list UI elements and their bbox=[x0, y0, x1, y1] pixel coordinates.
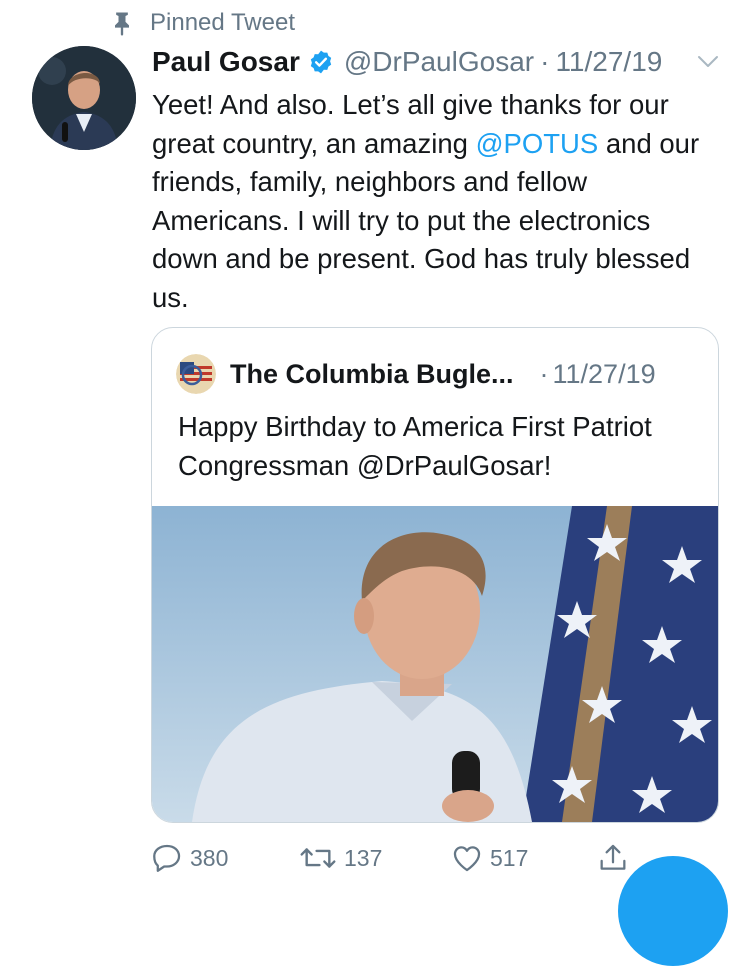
quoted-tweet-date[interactable]: 11/27/19 bbox=[553, 359, 656, 390]
columbia-bugle-logo bbox=[176, 354, 216, 394]
quoted-author-name[interactable]: The Columbia Bugle... bbox=[230, 359, 514, 390]
share-icon bbox=[600, 844, 626, 870]
quoted-tweet-header: The Columbia Bugle... · 11/27/19 bbox=[176, 350, 694, 398]
author-handle[interactable]: @DrPaulGosar bbox=[344, 46, 534, 78]
tweet-actions: 380 137 517 bbox=[150, 836, 670, 880]
quoted-tweet[interactable]: The Columbia Bugle... · 11/27/19 Happy B… bbox=[151, 327, 719, 823]
compose-tweet-button[interactable] bbox=[618, 856, 728, 966]
tweet-date[interactable]: 11/27/19 bbox=[555, 46, 662, 78]
reply-count: 380 bbox=[190, 844, 229, 871]
mention-link[interactable]: @POTUS bbox=[476, 128, 599, 159]
like-count: 517 bbox=[490, 844, 529, 871]
author-name[interactable]: Paul Gosar bbox=[152, 46, 300, 78]
like-action[interactable]: 517 bbox=[450, 836, 528, 880]
author-avatar[interactable] bbox=[32, 46, 136, 150]
reply-icon bbox=[153, 844, 181, 872]
tweet-header: Paul Gosar @DrPaulGosar · 11/27/19 bbox=[152, 40, 720, 84]
chevron-down-icon[interactable] bbox=[696, 52, 720, 70]
tweet-text: Yeet! And also. Let’s all give thanks fo… bbox=[152, 86, 712, 317]
like-icon bbox=[453, 846, 481, 872]
quoted-tweet-text: Happy Birthday to America First Patriot … bbox=[178, 411, 652, 481]
quoted-separator-dot: · bbox=[539, 358, 549, 389]
pin-icon bbox=[115, 12, 129, 36]
pinned-label: Pinned Tweet bbox=[150, 9, 295, 36]
retweet-action[interactable]: 137 bbox=[298, 836, 382, 880]
avatar-photo bbox=[32, 46, 136, 150]
separator-dot: · bbox=[540, 46, 550, 77]
reply-action[interactable]: 380 bbox=[150, 836, 228, 880]
pinned-tweet-indicator: Pinned Tweet bbox=[108, 8, 295, 38]
quoted-author-avatar[interactable] bbox=[176, 354, 216, 394]
share-action[interactable] bbox=[596, 836, 636, 880]
quoted-tweet-photo[interactable] bbox=[152, 506, 718, 822]
verified-badge-icon bbox=[310, 50, 332, 74]
retweet-icon bbox=[300, 848, 336, 868]
retweet-count: 137 bbox=[344, 844, 383, 871]
